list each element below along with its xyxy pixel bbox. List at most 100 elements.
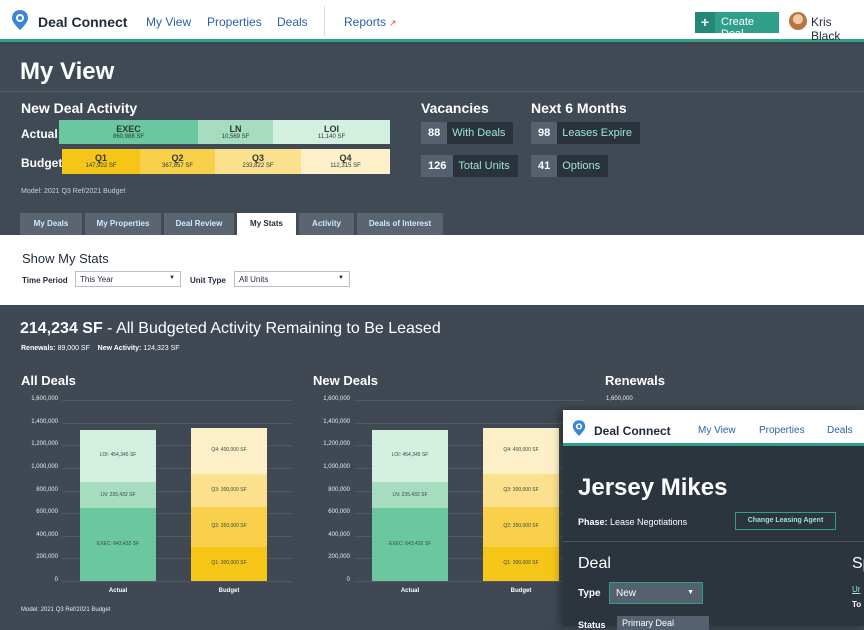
page-title: My View (20, 58, 115, 85)
y-tick-label: 200,000 (328, 554, 350, 561)
segment-name: LOI (324, 124, 339, 134)
create-deal-label: Create Deal (721, 16, 755, 40)
tab-activity[interactable]: Activity (299, 213, 354, 235)
avatar[interactable] (789, 12, 807, 30)
actual-ln-segment[interactable]: LN 10,569 SF (198, 120, 273, 144)
bar-segment-q2[interactable]: Q2: 350,000 SF (483, 507, 559, 548)
bar-segment-q2[interactable]: Q2: 350,000 SF (191, 507, 267, 548)
bar-data-label: Q2: 350,000 SF (211, 523, 247, 530)
status-select[interactable]: Primary Deal (617, 616, 709, 630)
bar-segment-exec[interactable]: EXEC: 643,432 SF (372, 508, 448, 581)
bar-segment-exec[interactable]: EXEC: 643,432 SF (80, 508, 156, 581)
unit-type-select[interactable]: All Units ▼ (234, 271, 350, 287)
actual-loi-segment[interactable]: LOI 11,140 SF (273, 120, 390, 144)
x-axis-label: Actual (108, 588, 128, 594)
with-deals-stat[interactable]: 88 With Deals (421, 122, 514, 144)
y-tick-label: 1,400,000 (323, 418, 350, 425)
next-6-months-title: Next 6 Months (531, 100, 627, 116)
x-axis-label: Actual (400, 588, 420, 594)
bar-segment-q4[interactable]: Q4: 400,000 SF (191, 428, 267, 474)
headline-value: 214,234 SF (20, 320, 103, 337)
tab-my-properties[interactable]: My Properties (85, 213, 161, 235)
segment-sf: 11,140 SF (317, 134, 346, 140)
y-tick-label: 1,000,000 (323, 463, 350, 470)
new-activity-value: 124,323 SF (143, 345, 180, 352)
new-deal-activity-title: New Deal Activity (21, 100, 138, 116)
bar-segment-ln[interactable]: LN: 235,432 SF (372, 481, 448, 509)
stat-label: Leases Expire (562, 127, 632, 139)
caret-down-icon: ▼ (169, 275, 175, 281)
deal-section-title: Deal (578, 555, 611, 572)
bar-segment-q3[interactable]: Q3: 300,000 SF (191, 473, 267, 508)
total-units-stat[interactable]: 126 Total Units (421, 155, 518, 177)
stat-number: 98 (531, 122, 558, 144)
bar-data-label: LN: 235,432 SF (100, 491, 136, 498)
time-period-select[interactable]: This Year ▼ (75, 271, 181, 287)
actual-row-label: Actual (21, 127, 58, 141)
user-name[interactable]: Kris Black (811, 15, 864, 43)
tab-deal-review[interactable]: Deal Review (164, 213, 234, 235)
gridline (354, 422, 584, 424)
y-tick-label: 800,000 (36, 486, 58, 493)
overlay-nav-deals[interactable]: Deals (827, 425, 853, 436)
actual-exec-segment[interactable]: EXEC 860,988 SF (59, 120, 198, 144)
bar-segment-ln[interactable]: LN: 235,432 SF (80, 481, 156, 509)
y-tick-label: 1,600,000 (31, 396, 58, 402)
segment-name: EXEC (116, 124, 141, 134)
brand-name[interactable]: Deal Connect (38, 14, 127, 30)
gridline (62, 400, 292, 401)
logo-pin-icon (12, 10, 28, 30)
y-tick-label: 1,400,000 (31, 418, 58, 425)
y-tick-label: 600,000 (36, 509, 58, 516)
budget-row-label: Budget (21, 156, 63, 170)
tab-my-stats[interactable]: My Stats (237, 213, 296, 235)
renewals-label: Renewals: (21, 345, 56, 352)
nav-properties[interactable]: Properties (207, 15, 262, 29)
bar-segment-q4[interactable]: Q4: 400,000 SF (483, 428, 559, 474)
budget-q4-segment[interactable]: Q4 112,315 SF (301, 149, 390, 174)
right-link[interactable]: Ur (852, 585, 860, 594)
bar-data-label: Q3: 300,000 SF (503, 486, 539, 493)
vacancies-title: Vacancies (421, 100, 489, 116)
tab-deals-of-interest[interactable]: Deals of Interest (357, 213, 443, 235)
nav-reports[interactable]: Reports ↗ (344, 15, 398, 29)
x-axis-label: Budget (218, 588, 240, 594)
gridline (354, 400, 584, 401)
headline-text: - All Budgeted Activity Remaining to Be … (102, 320, 441, 337)
options-stat[interactable]: 41 Options (531, 155, 609, 177)
unit-type-label: Unit Type (190, 276, 226, 285)
type-select[interactable]: New ▼ (609, 582, 703, 604)
create-deal-button[interactable]: + Create Deal (695, 12, 779, 40)
tab-my-deals[interactable]: My Deals (20, 213, 82, 235)
phase-label: Phase: (578, 517, 608, 527)
model-note: Model: 2021 Q3 Ref/2021 Budget (21, 188, 126, 195)
overlay-nav-my-view[interactable]: My View (698, 425, 736, 436)
phase-value: Lease Negotiations (610, 517, 688, 527)
bar-data-label: Q3: 300,000 SF (211, 486, 247, 493)
deal-title: Jersey Mikes (578, 474, 728, 501)
bar-segment-q1[interactable]: Q1: 300,000 SF (191, 547, 267, 581)
renewals-value: 89,000 SF (57, 345, 90, 352)
leases-expire-stat[interactable]: 98 Leases Expire (531, 122, 640, 144)
budget-q1-segment[interactable]: Q1 147,922 SF (62, 149, 140, 174)
budget-q3-segment[interactable]: Q3 233,822 SF (215, 149, 301, 174)
bar-segment-q3[interactable]: Q3: 300,000 SF (483, 473, 559, 508)
bar-segment-loi[interactable]: LOI: 454,345 SF (372, 430, 448, 482)
change-leasing-agent-button[interactable]: Change Leasing Agent (735, 512, 836, 530)
plus-icon: + (695, 12, 715, 33)
overlay-brand[interactable]: Deal Connect (594, 424, 671, 438)
bar-data-label: Q2: 350,000 SF (503, 523, 539, 530)
overlay-nav-properties[interactable]: Properties (759, 425, 805, 436)
nav-deals[interactable]: Deals (277, 15, 308, 29)
gridline (62, 581, 292, 582)
y-tick-label: 200,000 (36, 554, 58, 561)
nav-my-view[interactable]: My View (146, 15, 191, 29)
deal-phase: Phase: Lease Negotiations (578, 517, 687, 527)
bar-data-label: LN: 235,432 SF (392, 491, 428, 498)
budget-q2-segment[interactable]: Q2 367,857 SF (140, 149, 215, 174)
y-tick-label: 1,600,000 (323, 396, 350, 402)
subtotals: Renewals: 89,000 SF New Activity: 124,32… (21, 345, 180, 352)
bar-segment-loi[interactable]: LOI: 454,345 SF (80, 430, 156, 482)
right-section-title: Sp (852, 555, 864, 572)
bar-segment-q1[interactable]: Q1: 300,000 SF (483, 547, 559, 581)
